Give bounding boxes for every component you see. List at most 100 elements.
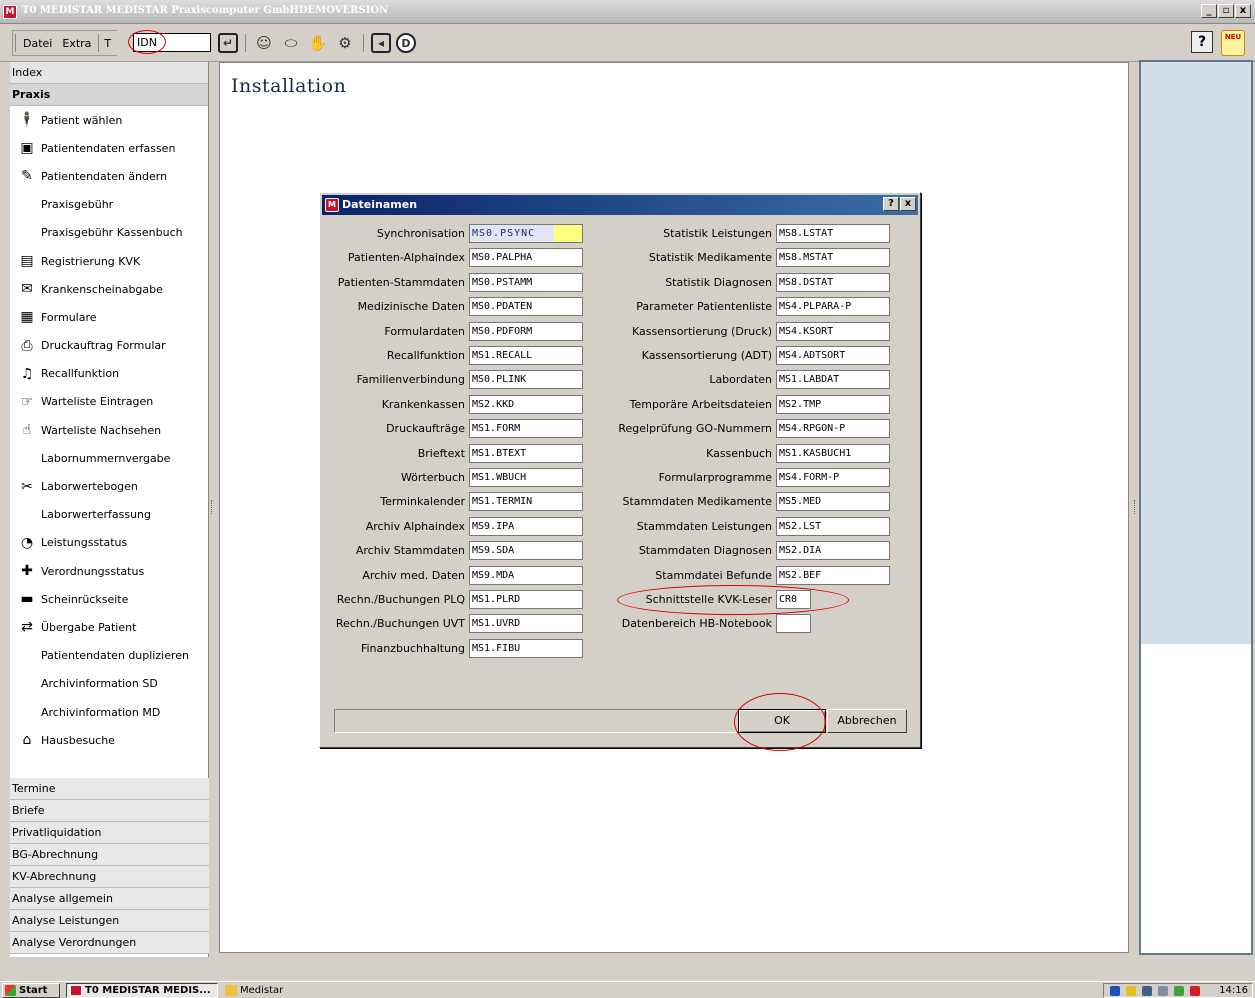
sidebar-item[interactable]: Archivinformation MD (10, 698, 209, 726)
sidebar-item[interactable]: ☝ Warteliste Nachsehen (10, 416, 209, 444)
filename-field[interactable]: MS0.PDFORM (469, 321, 583, 341)
splitter-handle-right[interactable] (1134, 500, 1137, 514)
sidebar-item[interactable]: Patientendaten duplizieren (10, 642, 209, 670)
filename-field[interactable]: MS4.ADTSORT (776, 346, 890, 365)
filename-field[interactable]: MS4.FORM-P (776, 468, 890, 487)
sidebar-item[interactable]: ✚ Verordnungsstatus (10, 557, 209, 585)
sidebar-section-index[interactable]: Index (10, 62, 208, 84)
filename-field[interactable]: MS0.PSYNC (469, 224, 583, 243)
close-button[interactable]: x (1235, 4, 1251, 18)
filename-field[interactable]: MS2.KKD (469, 394, 583, 414)
maximize-button[interactable]: ▫ (1218, 4, 1234, 18)
filename-field[interactable]: MS0.PDATEN (469, 297, 583, 317)
help-button[interactable]: ? (1191, 31, 1213, 53)
filename-field[interactable]: MS8.LSTAT (776, 224, 890, 243)
waitlist-view-icon: ☝ (22, 422, 32, 439)
sidebar-item[interactable]: Praxisgebühr (10, 191, 209, 219)
sidebar-section[interactable]: Analyse allgemein (10, 888, 209, 910)
filename-field[interactable]: MS8.DSTAT (776, 272, 890, 292)
dialog-close-button[interactable]: x (900, 197, 916, 211)
sidebar-section[interactable]: KV-Abrechnung (10, 866, 209, 888)
patient-icon[interactable]: ☺ (253, 32, 275, 54)
sidebar-section-praxis[interactable]: Praxis (10, 84, 208, 106)
monitor-icon[interactable] (1142, 986, 1152, 996)
sidebar-section[interactable]: BG-Abrechnung (10, 844, 209, 866)
antivirus-icon[interactable] (1190, 986, 1200, 996)
sidebar-item[interactable]: Labornummernvergabe (10, 444, 209, 472)
command-input[interactable]: IDN (133, 33, 211, 52)
filename-field[interactable]: MS2.BEF (776, 565, 890, 585)
filename-field[interactable]: MS2.DIA (776, 541, 890, 561)
sidebar-item[interactable]: ▬ Scheinrückseite (10, 585, 209, 613)
sidebar-item[interactable]: Archivinformation SD (10, 670, 209, 698)
filename-field[interactable]: MS9.SDA (469, 541, 583, 561)
field-row: Familienverbindung MS0.PLINK (326, 370, 583, 390)
filename-field[interactable]: MS4.KSORT (776, 321, 890, 341)
sidebar-item[interactable]: ♫ Recallfunktion (10, 360, 209, 388)
filename-field[interactable]: MS9.IPA (469, 516, 583, 536)
sidebar-item[interactable]: 🕴 Patient wählen (10, 106, 209, 134)
sidebar-item[interactable]: ✎ Patientendaten ändern (10, 162, 209, 190)
sidebar-item[interactable]: ⇄ Übergabe Patient (10, 613, 209, 641)
menu-extra[interactable]: Extra (57, 37, 96, 50)
enter-icon[interactable]: ↵ (218, 33, 238, 53)
filename-field[interactable]: MS1.LABDAT (776, 370, 890, 390)
sidebar-item[interactable]: ⎙ Druckauftrag Formular (10, 332, 209, 360)
filename-field[interactable]: MS2.LST (776, 516, 890, 536)
sidebar-section[interactable]: Privatliquidation (10, 822, 209, 844)
filename-field[interactable]: MS1.UVRD (469, 614, 583, 634)
sidebar-item[interactable]: Praxisgebühr Kassenbuch (10, 219, 209, 247)
filename-field[interactable]: MS0.PLINK (469, 370, 583, 390)
back-icon[interactable]: ◂ (371, 33, 391, 53)
volume-icon[interactable] (1158, 986, 1168, 996)
menu-datei[interactable]: Datei (18, 37, 57, 50)
filename-field[interactable] (776, 614, 811, 634)
filename-field[interactable]: MS9.MDA (469, 565, 583, 585)
filename-field[interactable]: MS2.TMP (776, 394, 890, 414)
filename-field[interactable]: MS4.PLPARA-P (776, 297, 890, 317)
filename-field[interactable]: MS1.TERMIN (469, 492, 583, 512)
sidebar-item[interactable]: ▤ Registrierung KVK (10, 247, 209, 275)
new-features-button[interactable]: NEU (1221, 30, 1245, 56)
sidebar-section[interactable]: Briefe (10, 800, 209, 822)
sidebar-section[interactable]: Analyse Leistungen (10, 910, 209, 932)
network-icon[interactable] (1110, 986, 1120, 996)
battery-icon[interactable] (1126, 986, 1136, 996)
filename-field[interactable]: MS8.MSTAT (776, 248, 890, 268)
cancel-button[interactable]: Abbrechen (827, 709, 907, 733)
filename-field[interactable]: MS1.WBUCH (469, 468, 583, 487)
taskbar-item-medistar-folder[interactable]: Medistar (221, 983, 371, 998)
security-icon[interactable] (1174, 986, 1184, 996)
filename-field[interactable]: MS0.PALPHA (469, 248, 583, 268)
filename-field[interactable]: MS1.RECALL (469, 346, 583, 365)
filename-field[interactable]: MS1.FIBU (469, 638, 583, 658)
dialog-help-button[interactable]: ? (883, 197, 899, 211)
filename-field[interactable]: MS1.FORM (469, 419, 583, 439)
settings-icon[interactable]: ⚙ (334, 32, 356, 54)
taskbar-item-medistar-app[interactable]: T0 MEDISTAR MEDIS... (66, 983, 218, 998)
sidebar-item[interactable]: ▣ Patientendaten erfassen (10, 134, 209, 162)
minimize-button[interactable]: _ (1201, 4, 1217, 18)
sidebar-item[interactable]: ⌂ Hausbesuche (10, 726, 209, 754)
sidebar-item[interactable]: Laborwerterfassung (10, 501, 209, 529)
filename-field[interactable]: MS4.RPGON-P (776, 419, 890, 439)
filename-field[interactable]: CR0 (776, 590, 811, 609)
filename-field[interactable]: MS1.KASBUCH1 (776, 443, 890, 463)
sidebar-item[interactable]: ✉ Krankenscheinabgabe (10, 275, 209, 303)
sidebar-item[interactable]: ◔ Leistungsstatus (10, 529, 209, 557)
start-button[interactable]: Start (2, 983, 60, 998)
sidebar-section[interactable]: Analyse Verordnungen (10, 932, 209, 954)
filename-field[interactable]: MS1.BTEXT (469, 443, 583, 463)
sidebar-item[interactable]: ▦ Formulare (10, 303, 209, 331)
info-icon[interactable]: D (396, 33, 416, 53)
filename-field[interactable]: MS5.MED (776, 492, 890, 512)
filename-field[interactable]: MS0.PSTAMM (469, 272, 583, 292)
sidebar-section[interactable]: Termine (10, 778, 209, 800)
document-hand-icon[interactable]: ✋ (307, 32, 329, 54)
capsule-icon[interactable]: ⬭ (280, 32, 302, 54)
sidebar-item[interactable]: ✂ Laborwertebogen (10, 472, 209, 500)
filename-field[interactable]: MS1.PLRD (469, 590, 583, 609)
splitter-handle-left[interactable] (211, 500, 214, 514)
sidebar-item[interactable]: ☞ Warteliste Eintragen (10, 388, 209, 416)
ok-button[interactable]: OK (738, 709, 826, 733)
